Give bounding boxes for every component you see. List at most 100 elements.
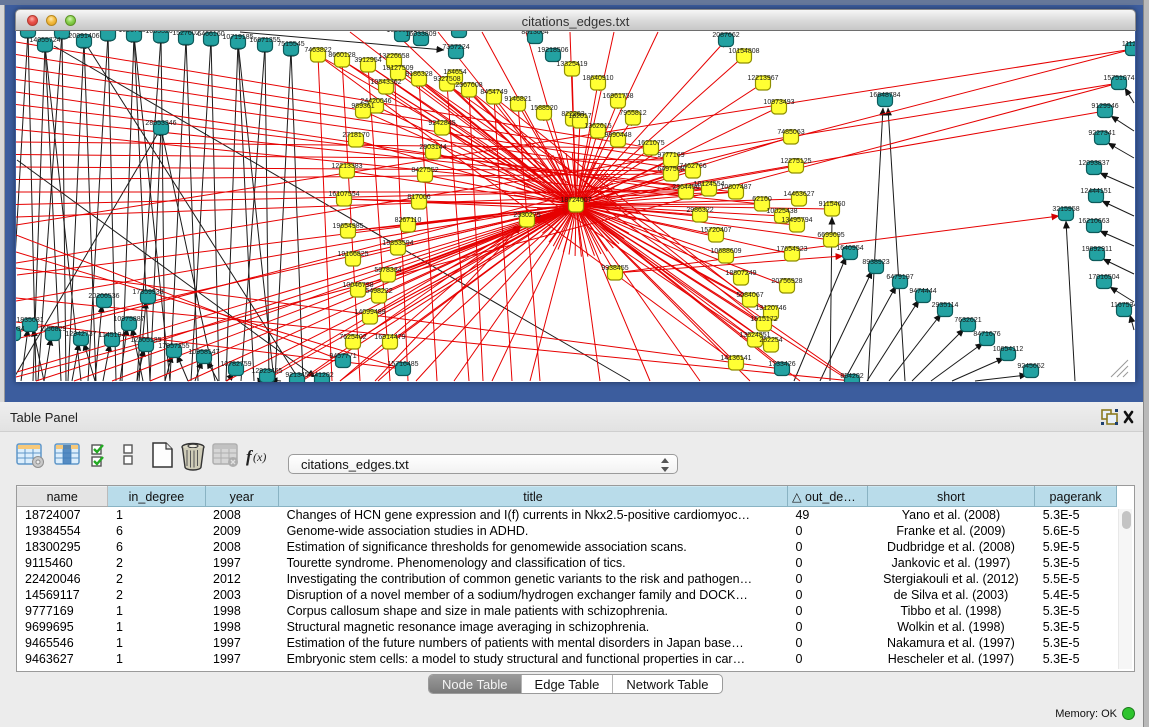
svg-text:14099489: 14099489	[354, 309, 385, 316]
svg-text:1835081: 1835081	[16, 317, 43, 324]
svg-text:1640954: 1640954	[836, 245, 863, 252]
svg-text:2935114: 2935114	[932, 302, 959, 309]
svg-text:1615172: 1615172	[750, 316, 777, 323]
svg-text:10958147: 10958147	[188, 349, 219, 356]
svg-text:6466160: 6466160	[197, 31, 224, 38]
svg-text:9777169: 9777169	[657, 152, 684, 159]
svg-text:989361: 989361	[351, 103, 374, 110]
svg-text:13325419: 13325419	[556, 61, 587, 68]
svg-text:921345: 921345	[285, 372, 308, 379]
svg-text:16648784: 16648784	[869, 92, 900, 99]
svg-text:3215958: 3215958	[1052, 206, 1079, 213]
svg-text:2367608: 2367608	[455, 82, 482, 89]
svg-text:1156829: 1156829	[40, 326, 67, 333]
svg-text:9129946: 9129946	[1091, 103, 1118, 110]
svg-text:18724007: 18724007	[560, 197, 591, 204]
svg-text:12213967: 12213967	[747, 75, 778, 82]
svg-text:2330275: 2330275	[513, 212, 540, 219]
svg-text:13495794: 13495794	[781, 217, 812, 224]
svg-text:1621075: 1621075	[637, 140, 664, 147]
svg-text:10807487: 10807487	[720, 184, 751, 191]
svg-text:9457771: 9457771	[329, 353, 356, 360]
svg-text:854202: 854202	[840, 373, 863, 380]
svg-text:7955812: 7955812	[619, 110, 646, 117]
svg-text:8813054: 8813054	[521, 31, 548, 36]
svg-text:20091406: 20091406	[68, 33, 99, 40]
svg-text:15751074: 15751074	[1103, 75, 1134, 82]
svg-text:62160: 62160	[752, 196, 772, 203]
svg-text:15716485: 15716485	[387, 361, 418, 368]
svg-text:16033809: 16033809	[405, 31, 436, 38]
svg-text:111254: 111254	[1122, 41, 1135, 48]
svg-text:1588520: 1588520	[530, 105, 557, 112]
svg-text:154654: 154654	[443, 69, 466, 76]
svg-text:1362615: 1362615	[584, 123, 611, 130]
svg-text:7462766: 7462766	[679, 163, 706, 170]
svg-text:7625402: 7625402	[339, 334, 366, 341]
svg-text:5084067: 5084067	[736, 292, 763, 299]
svg-text:17359938: 17359938	[132, 289, 163, 296]
svg-text:8938923: 8938923	[862, 259, 889, 266]
svg-text:9245652: 9245652	[1017, 363, 1044, 370]
svg-text:16107554: 16107554	[328, 191, 359, 198]
svg-text:10154808: 10154808	[728, 48, 759, 55]
svg-text:12213383: 12213383	[331, 163, 362, 170]
svg-text:8427552: 8427552	[411, 167, 438, 174]
svg-text:8471676: 8471676	[973, 331, 1000, 338]
svg-text:2986322: 2986322	[686, 207, 713, 214]
svg-text:2087662: 2087662	[712, 32, 739, 39]
svg-text:2718170: 2718170	[342, 132, 369, 139]
svg-text:1527602: 1527602	[172, 31, 199, 37]
svg-text:10654112: 10654112	[993, 346, 1024, 353]
svg-text:12942737: 12942737	[65, 331, 96, 338]
svg-text:16210663: 16210663	[1078, 218, 1109, 225]
svg-text:28053346: 28053346	[145, 120, 176, 127]
svg-text:17957255: 17957255	[158, 343, 189, 350]
svg-text:20756928: 20756928	[771, 278, 802, 285]
svg-text:5878334: 5878334	[374, 267, 401, 274]
svg-text:252254: 252254	[759, 337, 782, 344]
svg-text:7485063: 7485063	[777, 129, 804, 136]
svg-text:13226058: 13226058	[378, 53, 409, 60]
svg-text:10975887: 10975887	[113, 316, 144, 323]
svg-text:8454749: 8454749	[480, 89, 507, 96]
svg-text:8660128: 8660128	[328, 52, 355, 59]
svg-text:(x): (x)	[253, 450, 266, 464]
svg-text:7357224: 7357224	[442, 44, 469, 51]
svg-text:15353594: 15353594	[382, 240, 413, 247]
svg-text:9338455: 9338455	[601, 265, 628, 272]
svg-text:162017: 162017	[568, 113, 591, 120]
svg-text:17016504: 17016504	[1088, 274, 1119, 281]
svg-text:2803144: 2803144	[419, 144, 446, 151]
svg-text:9474444: 9474444	[909, 288, 936, 295]
svg-text:5498222: 5498222	[365, 288, 392, 295]
svg-text:19166825: 19166825	[337, 251, 368, 258]
svg-text:9115460: 9115460	[819, 201, 846, 208]
svg-text:19218506: 19218506	[537, 47, 568, 54]
svg-text:1167534: 1167534	[1111, 302, 1135, 309]
svg-text:10973493: 10973493	[763, 99, 794, 106]
svg-text:817006: 817006	[407, 194, 430, 201]
svg-text:13120746: 13120746	[755, 305, 786, 312]
svg-text:16914479: 16914479	[374, 334, 405, 341]
svg-text:1733426: 1733426	[768, 361, 795, 368]
svg-text:8186328: 8186328	[405, 71, 432, 78]
svg-text:20206536: 20206536	[88, 293, 119, 300]
svg-text:12505135: 12505135	[130, 337, 161, 344]
svg-text:18640910: 18640910	[582, 75, 613, 82]
svg-text:17654923: 17654923	[776, 246, 807, 253]
svg-text:12093837: 12093837	[1078, 160, 1109, 167]
svg-text:16961758: 16961758	[602, 93, 633, 100]
svg-text:12275125: 12275125	[780, 158, 811, 165]
svg-text:18807249: 18807249	[725, 270, 756, 277]
svg-text:16671355: 16671355	[249, 37, 280, 44]
svg-text:14055724: 14055724	[29, 37, 60, 44]
svg-text:391934: 391934	[16, 326, 25, 333]
svg-text:9146821: 9146821	[504, 96, 531, 103]
svg-text:6699695: 6699695	[817, 232, 844, 239]
svg-text:841202: 841202	[310, 372, 333, 379]
svg-text:6479197: 6479197	[886, 274, 913, 281]
svg-text:1145194: 1145194	[99, 332, 126, 339]
svg-text:19692911: 19692911	[1082, 246, 1113, 253]
svg-text:8267110: 8267110	[395, 217, 422, 224]
